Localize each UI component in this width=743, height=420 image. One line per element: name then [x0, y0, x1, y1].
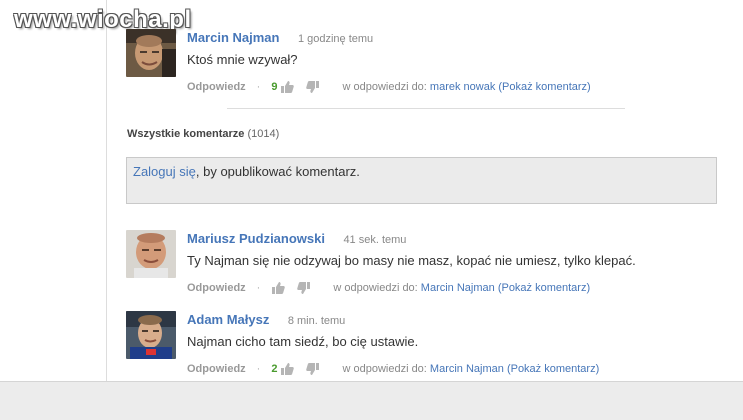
comment-count: (1014)	[247, 128, 280, 140]
thumbs-down-icon[interactable]	[297, 281, 311, 295]
comment-actions: Odpowiedz · w odpowiedzi do: Marcin Najm…	[187, 281, 636, 295]
all-comments-title: Wszystkie komentarze	[127, 128, 245, 140]
avatar[interactable]	[126, 230, 176, 278]
avatar[interactable]	[126, 29, 176, 77]
comment-text: Ty Najman się nie odzywaj bo masy nie ma…	[187, 253, 636, 268]
comment-body: Adam Małysz 8 min. temu Najman cicho tam…	[187, 311, 599, 376]
in-reply-to: w odpowiedzi do: marek nowak (Pokaż kome…	[342, 81, 590, 93]
in-reply-link[interactable]: Marcin Najman (Pokaż komentarz)	[430, 363, 599, 375]
like-count: 2	[271, 363, 278, 375]
in-reply-to: w odpowiedzi do: Marcin Najman (Pokaż ko…	[333, 282, 590, 294]
separator-dot: ·	[256, 363, 261, 375]
avatar[interactable]	[126, 311, 176, 359]
comment-text: Ktoś mnie wzywał?	[187, 52, 298, 67]
login-text: , by opublikować komentarz.	[195, 164, 360, 179]
separator-dot: ·	[256, 81, 261, 93]
in-reply-link[interactable]: Marcin Najman (Pokaż komentarz)	[421, 282, 590, 294]
thumbs-down-icon[interactable]	[306, 362, 320, 376]
in-reply-to: w odpowiedzi do: Marcin Najman (Pokaż ko…	[342, 363, 599, 375]
separator-dot: ·	[256, 282, 261, 294]
comment-body: Marcin Najman 1 godzinę temu Ktoś mnie w…	[187, 29, 591, 94]
comment-author[interactable]: Marcin Najman	[187, 30, 279, 45]
comment-text: Najman cicho tam siedź, bo cię ustawie.	[187, 334, 419, 349]
thumbs-down-icon[interactable]	[306, 80, 320, 94]
comment-body: Mariusz Pudzianowski 41 sek. temu Ty Naj…	[187, 230, 636, 295]
comment-actions: Odpowiedz · 9 w odpowiedzi do: marek now…	[187, 80, 591, 94]
login-prompt-box: Zaloguj się, by opublikować komentarz.	[126, 157, 717, 204]
bottom-bar	[0, 381, 743, 420]
reply-button[interactable]: Odpowiedz	[187, 282, 246, 294]
thumbs-up-icon[interactable]	[280, 362, 295, 376]
like-count: 9	[271, 81, 278, 93]
thumbs-up-icon[interactable]	[271, 281, 286, 295]
comment-author[interactable]: Mariusz Pudzianowski	[187, 231, 325, 246]
in-reply-prefix: w odpowiedzi do:	[342, 363, 427, 375]
comment-actions: Odpowiedz · 2 w odpowiedzi do: Marcin Na…	[187, 362, 599, 376]
comment-author[interactable]: Adam Małysz	[187, 312, 269, 327]
in-reply-link[interactable]: marek nowak (Pokaż komentarz)	[430, 81, 591, 93]
left-gutter	[0, 0, 107, 381]
comment-time: 1 godzinę temu	[297, 33, 374, 45]
comment-time: 41 sek. temu	[343, 234, 407, 246]
divider	[227, 108, 625, 109]
reply-button[interactable]: Odpowiedz	[187, 363, 246, 375]
all-comments-heading: Wszystkie komentarze (1014)	[127, 128, 279, 140]
in-reply-prefix: w odpowiedzi do:	[333, 282, 418, 294]
comment-time: 8 min. temu	[287, 315, 346, 327]
login-link[interactable]: Zaloguj się	[133, 164, 196, 179]
reply-button[interactable]: Odpowiedz	[187, 81, 246, 93]
in-reply-prefix: w odpowiedzi do:	[342, 81, 427, 93]
thumbs-up-icon[interactable]	[280, 80, 295, 94]
